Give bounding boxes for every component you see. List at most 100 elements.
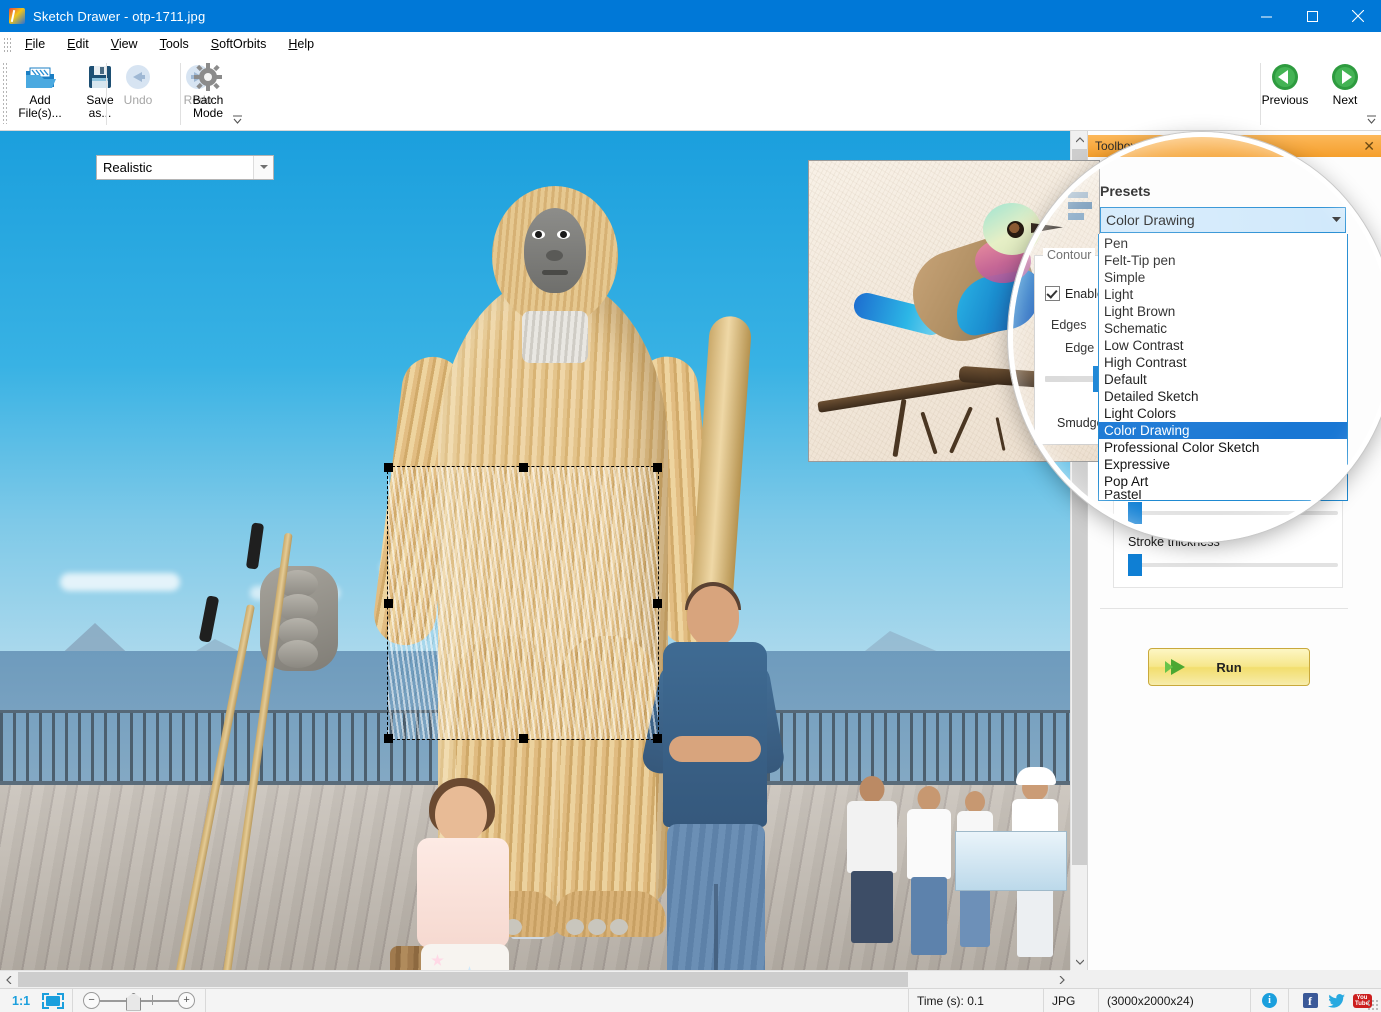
scroll-down-button[interactable] (1071, 953, 1088, 970)
preset-option[interactable]: Detailed Sketch (1099, 388, 1347, 405)
undo-button[interactable]: Undo (108, 58, 168, 108)
window-controls (1243, 0, 1381, 32)
zoom-out-button[interactable]: − (83, 992, 101, 1009)
stroke-thickness-thumb[interactable] (1128, 554, 1142, 576)
slider-panel: Stroke thickness (1113, 493, 1343, 588)
preset-option[interactable]: Low Contrast (1099, 337, 1347, 354)
status-bar: 1:1 − + Time (s): 0.1 JPG (3000x2000x24)… (0, 988, 1381, 1012)
mode-value: Realistic (103, 160, 153, 175)
gear-icon (194, 62, 222, 92)
canvas-horizontal-scrollbar[interactable] (0, 970, 1070, 988)
yeti-face (524, 208, 586, 293)
preset-option[interactable]: High Contrast (1099, 354, 1347, 371)
chevron-down-icon[interactable] (253, 156, 273, 179)
preset-option[interactable]: Professional Color Sketch (1099, 439, 1347, 456)
man-person (639, 582, 787, 970)
toolbar-overflow-button[interactable] (232, 114, 243, 128)
girl-pants (421, 944, 509, 970)
resize-grip[interactable] (1367, 999, 1379, 1011)
chevron-down-icon[interactable] (1327, 217, 1345, 223)
undo-icon (124, 62, 152, 92)
previous-icon (1270, 62, 1300, 92)
app-icon (9, 8, 25, 24)
menu-grip[interactable] (4, 36, 12, 52)
scroll-thumb-horizontal[interactable] (18, 972, 908, 987)
preset-option-selected[interactable]: Color Drawing (1099, 422, 1347, 439)
menu-item-softorbits[interactable]: SoftOrbits (200, 34, 278, 54)
selection-marquee[interactable] (384, 463, 662, 743)
histogram-icon (1066, 190, 1092, 226)
toolbox-title: Toolbox (1095, 139, 1137, 153)
mode-select[interactable]: Realistic (96, 155, 274, 180)
scroll-left-button[interactable] (0, 971, 17, 988)
edge-label: Edge (1065, 341, 1095, 355)
scroll-right-button[interactable] (1053, 971, 1070, 988)
add-files-button[interactable]: Add File(s)... (10, 58, 70, 121)
zoom-slider-thumb[interactable] (126, 992, 142, 1011)
menu-softorbits-rest: oftOrbits (219, 37, 267, 51)
man-head (687, 586, 739, 646)
toolbar: Add File(s)... Save as... Undo Redo Batc… (0, 56, 1381, 131)
preset-option[interactable]: Light Colors (1099, 405, 1347, 422)
background-person (845, 776, 899, 956)
preset-option[interactable]: Pen (1099, 235, 1347, 252)
preset-option[interactable]: Light (1099, 286, 1347, 303)
facebook-icon: f (1302, 993, 1318, 1008)
menu-item-view[interactable]: View (100, 34, 149, 54)
preset-combo-value: Color Drawing (1106, 212, 1195, 228)
zoom-ratio-button[interactable]: 1:1 (0, 989, 40, 1012)
preset-option[interactable]: Pastel (1099, 490, 1347, 499)
contour-enable-row[interactable]: Enable (1045, 286, 1104, 301)
run-button[interactable]: Run (1148, 648, 1310, 686)
girl-child (405, 778, 535, 970)
stroke-thickness-label: Stroke thickness (1128, 535, 1220, 549)
next-icon (1330, 62, 1360, 92)
twitter-button[interactable] (1326, 992, 1346, 1010)
stroke-thickness-track[interactable] (1128, 563, 1338, 567)
next-button[interactable]: Next (1315, 58, 1375, 108)
preset-option[interactable]: Simple (1099, 269, 1347, 286)
yeti-toes (566, 919, 628, 935)
top-slider-thumb[interactable] (1128, 502, 1142, 524)
menu-bar: File Edit View Tools SoftOrbits Help (0, 32, 1381, 56)
toolbar-grip[interactable] (2, 62, 8, 124)
batch-mode-label: Batch Mode (192, 93, 224, 120)
contour-enable-checkbox[interactable] (1045, 286, 1060, 301)
maximize-button[interactable] (1289, 0, 1335, 32)
top-slider-track[interactable] (1128, 511, 1338, 515)
preset-combo[interactable]: Color Drawing (1100, 207, 1346, 233)
preset-option[interactable]: Light Brown (1099, 303, 1347, 320)
background-person (905, 786, 953, 956)
zoom-slider[interactable]: − + (73, 988, 207, 1012)
close-button[interactable] (1335, 0, 1381, 32)
menu-tools-rest: ools (165, 37, 189, 51)
zoom-slider-track[interactable] (100, 992, 179, 1011)
minimize-button[interactable] (1243, 0, 1289, 32)
scroll-up-button[interactable] (1071, 131, 1088, 148)
menu-item-file[interactable]: File (14, 34, 56, 54)
info-button[interactable]: i (1251, 988, 1289, 1012)
preset-option[interactable]: Default (1099, 371, 1347, 388)
batch-mode-button[interactable]: Batch Mode (178, 58, 238, 121)
zoom-slider-tick (152, 994, 154, 1005)
preset-option[interactable]: Schematic (1099, 320, 1347, 337)
girl-head (435, 786, 487, 844)
toolbar-batch-group: Batch Mode (178, 58, 238, 128)
toolbar-nav-overflow-button[interactable] (1366, 114, 1377, 128)
preset-option[interactable]: Pop Art (1099, 473, 1347, 490)
preset-option[interactable]: Felt-Tip pen (1099, 252, 1347, 269)
menu-item-help[interactable]: Help (277, 34, 325, 54)
man-shirt (663, 642, 767, 827)
fit-to-window-button[interactable] (40, 988, 74, 1012)
menu-item-tools[interactable]: Tools (149, 34, 200, 54)
preset-option[interactable]: Expressive (1099, 456, 1347, 473)
preset-dropdown-list[interactable]: Pen Felt-Tip pen Simple Light Light Brow… (1098, 234, 1348, 501)
previous-button[interactable]: Previous (1255, 58, 1315, 108)
facebook-button[interactable]: f (1300, 992, 1320, 1010)
menu-item-edit[interactable]: Edit (56, 34, 100, 54)
man-jeans (667, 824, 765, 970)
toolbox-close-icon[interactable]: ✕ (1363, 139, 1375, 153)
smudge-label: Smudge (1057, 416, 1104, 430)
zoom-in-button[interactable]: + (178, 992, 196, 1009)
file-format: JPG (1044, 988, 1099, 1012)
